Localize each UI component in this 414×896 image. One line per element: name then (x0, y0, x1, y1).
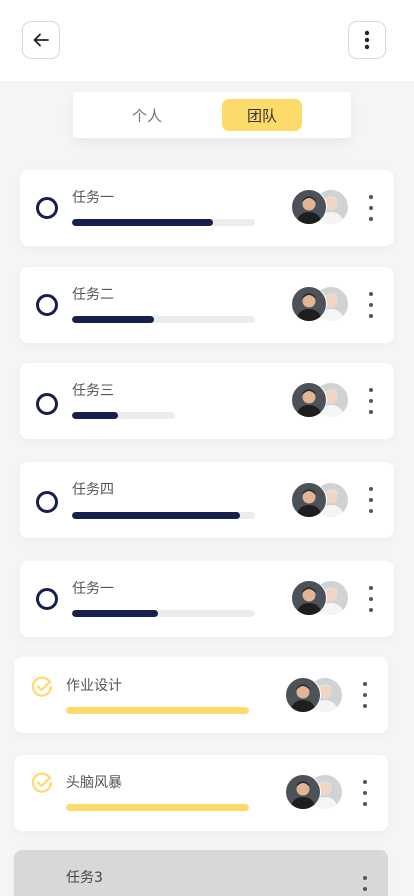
dot-icon (369, 608, 373, 612)
assignee-avatars (291, 382, 349, 418)
person-icon (296, 196, 322, 224)
task-more-button[interactable] (358, 682, 372, 708)
task-title: 任务一 (72, 581, 114, 597)
task-title: 任务四 (72, 482, 114, 498)
dot-icon (369, 399, 373, 403)
assignee-avatars (285, 774, 343, 810)
dot-icon (369, 217, 373, 221)
task-card[interactable]: 任务3 (14, 850, 388, 896)
dot-icon (363, 887, 367, 891)
progress-fill (72, 412, 119, 419)
task-card[interactable]: 任务三 (20, 363, 394, 439)
person-icon (296, 587, 322, 615)
person-icon (290, 684, 316, 712)
avatar (285, 677, 321, 713)
person-icon (296, 489, 322, 517)
task-more-button[interactable] (364, 388, 378, 414)
person-icon (296, 389, 322, 417)
check-circle-icon[interactable] (31, 676, 53, 698)
task-title: 任务二 (72, 287, 114, 303)
avatar (291, 382, 327, 418)
person-icon (290, 781, 316, 809)
status-circle-icon[interactable] (36, 197, 58, 219)
dot-icon (363, 876, 367, 880)
assignee-avatars (285, 677, 343, 713)
task-title: 作业设计 (66, 678, 122, 694)
assignee-avatars (291, 189, 349, 225)
task-title: 任务三 (72, 383, 114, 399)
segment-tabs: 个人 团队 (73, 92, 351, 138)
dot-icon (369, 195, 373, 199)
progress-fill (66, 804, 249, 811)
dot-icon (369, 292, 373, 296)
progress-bar (72, 219, 255, 226)
task-more-button[interactable] (358, 876, 372, 896)
dot-icon (363, 682, 367, 686)
assignee-avatars (291, 580, 349, 616)
progress-fill (66, 707, 249, 714)
dot-icon (369, 597, 373, 601)
status-circle-icon[interactable] (36, 491, 58, 513)
task-more-button[interactable] (364, 195, 378, 221)
task-card[interactable]: 任务二 (20, 267, 394, 343)
task-more-button[interactable] (364, 586, 378, 612)
dot-icon (369, 410, 373, 414)
dot-icon (363, 704, 367, 708)
avatar (291, 286, 327, 322)
app-header (0, 0, 414, 81)
task-card[interactable]: 任务四 (20, 462, 394, 538)
back-button[interactable] (22, 21, 60, 59)
dot-icon (369, 509, 373, 513)
task-more-button[interactable] (364, 292, 378, 318)
status-circle-icon[interactable] (36, 393, 58, 415)
task-card[interactable]: 头脑风暴 (14, 755, 388, 831)
dot-icon (369, 487, 373, 491)
arrow-left-icon (33, 33, 49, 47)
progress-fill (72, 610, 158, 617)
task-title: 任务3 (66, 870, 103, 886)
task-more-button[interactable] (364, 487, 378, 513)
progress-bar (72, 316, 255, 323)
task-card[interactable]: 任务一 (20, 170, 394, 246)
dot-icon (363, 802, 367, 806)
progress-bar (72, 412, 175, 419)
progress-fill (72, 512, 241, 519)
task-more-button[interactable] (358, 780, 372, 806)
dot-icon (363, 780, 367, 784)
tab-team[interactable]: 团队 (222, 99, 302, 131)
assignee-avatars (291, 286, 349, 322)
task-title: 头脑风暴 (66, 775, 122, 791)
avatar (291, 580, 327, 616)
progress-bar (72, 610, 255, 617)
person-icon (296, 293, 322, 321)
progress-bar (72, 512, 255, 519)
assignee-avatars (291, 482, 349, 518)
dot-icon (369, 498, 373, 502)
task-card[interactable]: 作业设计 (14, 657, 388, 733)
vertical-dots-icon (364, 30, 370, 50)
dot-icon (369, 206, 373, 210)
progress-bar (66, 804, 249, 811)
dot-icon (363, 693, 367, 697)
check-circle-icon[interactable] (31, 772, 53, 794)
avatar (291, 482, 327, 518)
progress-bar (66, 707, 249, 714)
tab-personal[interactable]: 个人 (107, 99, 187, 131)
dot-icon (369, 314, 373, 318)
dot-icon (369, 586, 373, 590)
progress-fill (72, 219, 213, 226)
status-circle-icon[interactable] (36, 294, 58, 316)
dot-icon (369, 303, 373, 307)
dot-icon (363, 791, 367, 795)
task-card[interactable]: 任务一 (20, 561, 394, 637)
task-title: 任务一 (72, 190, 114, 206)
avatar (291, 189, 327, 225)
more-options-button[interactable] (348, 21, 386, 59)
status-circle-icon[interactable] (36, 588, 58, 610)
progress-fill (72, 316, 155, 323)
avatar (285, 774, 321, 810)
dot-icon (369, 388, 373, 392)
